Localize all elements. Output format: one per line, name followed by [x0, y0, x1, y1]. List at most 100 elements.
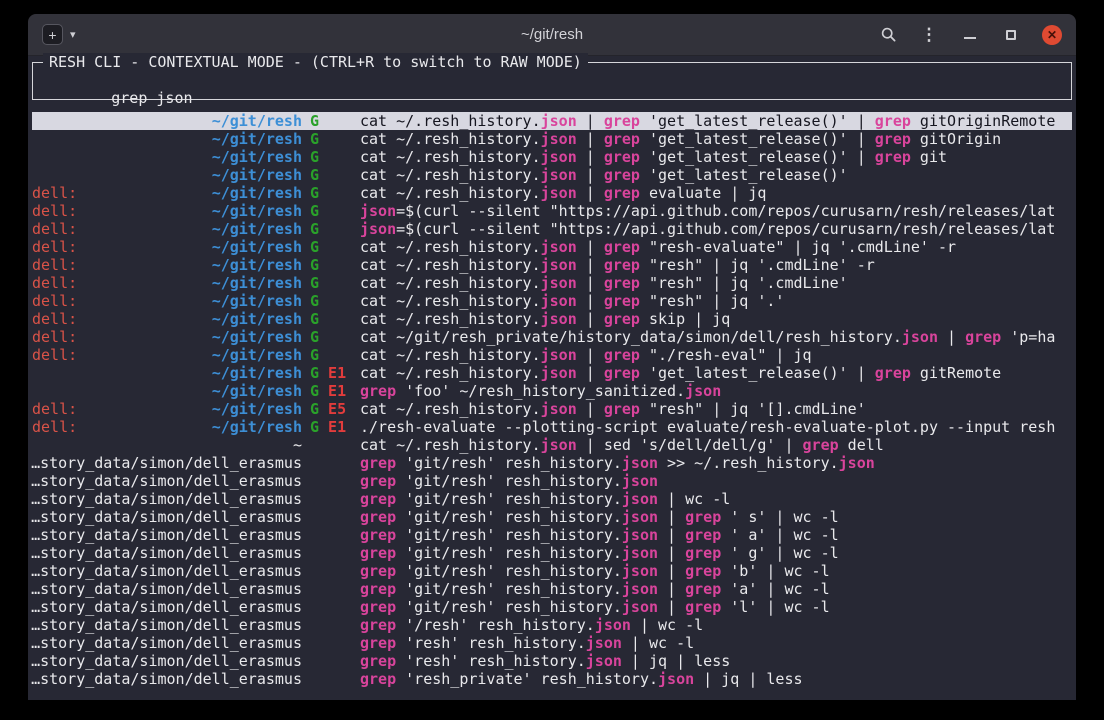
row-context: ~/git/resh	[32, 166, 302, 184]
row-context: dell:~/git/resh	[32, 346, 302, 364]
git-flag: G	[310, 328, 319, 346]
history-row[interactable]: ~/git/reshGcat ~/.resh_history.json | gr…	[32, 130, 1072, 148]
history-row[interactable]: ~/git/reshG E1cat ~/.resh_history.json |…	[32, 364, 1072, 382]
row-directory: ~/git/resh	[212, 220, 302, 238]
row-flags: G	[310, 310, 358, 328]
row-context: …story_data/simon/dell_erasmus	[32, 598, 302, 616]
row-context: dell:~/git/resh	[32, 256, 302, 274]
row-command: cat ~/.resh_history.json | grep 'get_lat…	[360, 166, 1072, 184]
row-directory: …story_data/simon/dell_erasmus	[31, 526, 302, 544]
row-command: grep 'resh' resh_history.json | jq | les…	[360, 652, 1072, 670]
close-button[interactable]: ✕	[1042, 25, 1062, 45]
row-directory: ~/git/resh	[212, 292, 302, 310]
history-row[interactable]: ~cat ~/.resh_history.json | sed 's/dell/…	[32, 436, 1072, 454]
row-command: grep 'git/resh' resh_history.json | wc -…	[360, 490, 1072, 508]
row-flags: G E1	[310, 364, 358, 382]
new-tab-icon: +	[48, 28, 56, 42]
row-flags	[310, 562, 358, 580]
exit-code-flag: E1	[319, 418, 346, 436]
row-directory: ~/git/resh	[212, 382, 302, 400]
row-directory: …story_data/simon/dell_erasmus	[31, 652, 302, 670]
row-context: …story_data/simon/dell_erasmus	[32, 490, 302, 508]
history-row[interactable]: dell:~/git/reshGcat ~/.resh_history.json…	[32, 274, 1072, 292]
history-row[interactable]: …story_data/simon/dell_erasmusgrep 'git/…	[32, 598, 1072, 616]
history-row[interactable]: dell:~/git/reshGcat ~/.resh_history.json…	[32, 310, 1072, 328]
history-row[interactable]: …story_data/simon/dell_erasmus grep '/res…	[32, 616, 1072, 634]
row-host: dell:	[32, 202, 77, 220]
row-context: ~/git/resh	[32, 364, 302, 382]
row-flags	[310, 616, 358, 634]
history-row[interactable]: dell:~/git/reshGcat ~/.resh_history.json…	[32, 238, 1072, 256]
git-flag: G	[310, 274, 319, 292]
history-row[interactable]: dell:~/git/reshGjson=$(curl --silent "ht…	[32, 202, 1072, 220]
row-host: dell:	[32, 238, 77, 256]
history-row[interactable]: …story_data/simon/dell_erasmusgrep 'git/…	[32, 544, 1072, 562]
row-host: dell:	[32, 400, 77, 418]
history-row[interactable]: …story_data/simon/dell_erasmusgrep 'resh…	[32, 634, 1072, 652]
row-flags	[310, 526, 358, 544]
new-tab-button[interactable]: +	[42, 24, 63, 45]
restore-icon	[1006, 30, 1016, 40]
row-context: …story_data/simon/dell_erasmus	[32, 508, 302, 526]
row-host: dell:	[32, 328, 77, 346]
search-panel: RESH CLI - CONTEXTUAL MODE - (CTRL+R to …	[32, 62, 1072, 100]
search-button[interactable]	[878, 25, 898, 45]
history-row[interactable]: …story_data/simon/dell_erasmusgrep 'git/…	[32, 472, 1072, 490]
menu-button[interactable]: ⋮	[919, 25, 939, 45]
row-context: …story_data/simon/dell_erasmus	[32, 616, 302, 634]
row-context: dell:~/git/resh	[32, 328, 302, 346]
history-row[interactable]: …story_data/simon/dell_erasmusgrep 'resh…	[32, 670, 1072, 688]
git-flag: G	[310, 310, 319, 328]
history-row[interactable]: dell:~/git/reshGcat ~/git/resh_private/h…	[32, 328, 1072, 346]
history-row[interactable]: dell:~/git/reshGcat ~/.resh_history.json…	[32, 346, 1072, 364]
row-command: ./resh-evaluate --plotting-script evalua…	[360, 418, 1072, 436]
row-command: cat ~/.resh_history.json | grep "resh" |…	[360, 274, 1072, 292]
row-command: grep '/resh' resh_history.json | wc -l	[360, 616, 1072, 634]
row-command: cat ~/.resh_history.json | grep "resh-ev…	[360, 238, 1072, 256]
git-flag: G	[310, 400, 319, 418]
row-host: dell:	[32, 274, 77, 292]
history-row[interactable]: …story_data/simon/dell_erasmusgrep 'git/…	[32, 526, 1072, 544]
row-command: grep 'git/resh' resh_history.json >> ~/.…	[360, 454, 1072, 472]
row-flags: G	[310, 184, 358, 202]
history-row[interactable]: …story_data/simon/dell_erasmusgrep 'git/…	[32, 562, 1072, 580]
row-context: …story_data/simon/dell_erasmus	[32, 472, 302, 490]
history-row[interactable]: …story_data/simon/dell_erasmusgrep 'git/…	[32, 580, 1072, 598]
history-row[interactable]: ~/git/reshGcat ~/.resh_history.json | gr…	[32, 148, 1072, 166]
row-command: grep 'resh_private' resh_history.json | …	[360, 670, 1072, 688]
row-directory: ~/git/resh	[212, 256, 302, 274]
git-flag: G	[310, 238, 319, 256]
history-row[interactable]: dell:~/git/reshGcat ~/.resh_history.json…	[32, 256, 1072, 274]
row-context: ~	[32, 436, 302, 454]
chevron-down-icon[interactable]: ▾	[70, 28, 76, 41]
row-command: grep 'foo' ~/resh_history_sanitized.json	[360, 382, 1072, 400]
titlebar-left: + ▾	[42, 24, 76, 45]
history-row[interactable]: …story_data/simon/dell_erasmus grep 'resh…	[32, 652, 1072, 670]
history-row[interactable]: …story_data/simon/dell_erasmusgrep 'git/…	[32, 508, 1072, 526]
row-flags	[310, 436, 358, 454]
history-row[interactable]: …story_data/simon/dell_erasmus grep 'git/…	[32, 490, 1072, 508]
history-row[interactable]: dell:~/git/reshGcat ~/.resh_history.json…	[32, 184, 1072, 202]
git-flag: G	[310, 346, 319, 364]
history-row[interactable]: …story_data/simon/dell_erasmusgrep 'git/…	[32, 454, 1072, 472]
row-directory: ~/git/resh	[212, 418, 302, 436]
row-host: dell:	[32, 292, 77, 310]
row-command: grep 'git/resh' resh_history.json | grep…	[360, 544, 1072, 562]
git-flag: G	[310, 382, 319, 400]
row-directory: ~/git/resh	[212, 166, 302, 184]
git-flag: G	[310, 292, 319, 310]
history-row[interactable]: ~/git/reshGcat ~/.resh_history.json | gr…	[32, 166, 1072, 184]
row-context: …story_data/simon/dell_erasmus	[32, 580, 302, 598]
minimize-button[interactable]	[960, 25, 980, 45]
exit-code-flag: E5	[319, 400, 346, 418]
history-row[interactable]: ~/git/reshG E1grep 'foo' ~/resh_history_…	[32, 382, 1072, 400]
row-host: dell:	[32, 418, 77, 436]
row-context: dell:~/git/resh	[32, 310, 302, 328]
restore-button[interactable]	[1001, 25, 1021, 45]
row-context: ~/git/resh	[32, 382, 302, 400]
search-icon	[880, 26, 897, 43]
history-row[interactable]: dell:~/git/reshGcat ~/.resh_history.json…	[32, 292, 1072, 310]
history-row[interactable]: dell:~/git/reshG E1./resh-evaluate --plo…	[32, 418, 1072, 436]
history-row[interactable]: dell:~/git/reshGjson=$(curl --silent "ht…	[32, 220, 1072, 238]
history-row[interactable]: dell:~/git/reshG E5cat ~/.resh_history.j…	[32, 400, 1072, 418]
